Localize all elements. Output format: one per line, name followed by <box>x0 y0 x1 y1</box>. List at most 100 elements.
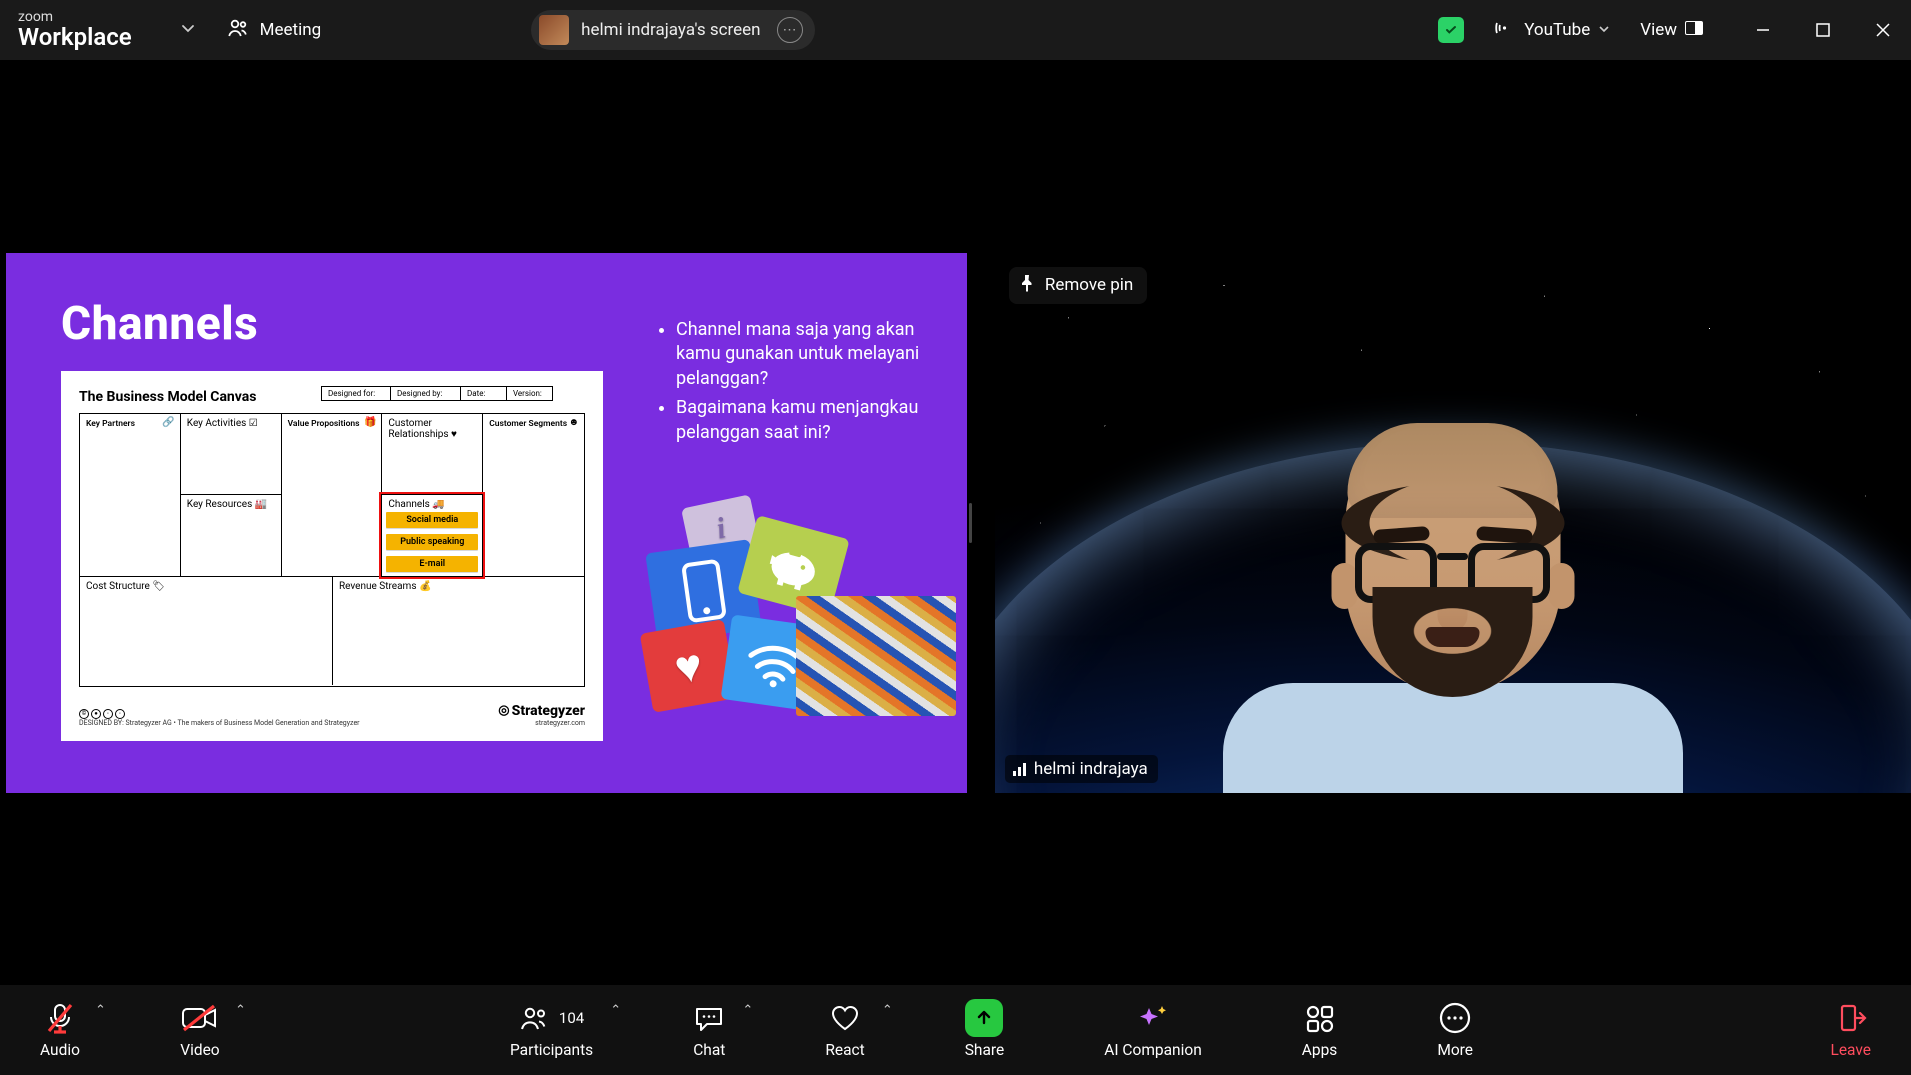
chat-button[interactable]: Chat ⌃ <box>693 1001 725 1059</box>
meeting-toolbar: Audio ⌃ Video ⌃ 104 Participants <box>0 985 1911 1075</box>
participants-caret-icon[interactable]: ⌃ <box>610 1003 621 1018</box>
share-label: Share <box>965 1041 1005 1059</box>
bmc-cell-channels: Channels 🚚 Social media Public speaking … <box>382 494 482 576</box>
bmc-column-activities-resources: Key Activities ☑ Key Resources 🏭 <box>181 414 282 576</box>
strategyzer-url: strategyzer.com <box>498 719 585 727</box>
participants-count: 104 <box>559 1009 584 1027</box>
bmc-meta-designed-by: Designed by: <box>391 386 461 401</box>
slide-image-cluster: i ♥ <box>646 501 956 731</box>
remove-pin-button[interactable]: Remove pin <box>1009 267 1147 304</box>
remove-pin-label: Remove pin <box>1045 275 1133 295</box>
tile-market-photo <box>796 596 956 716</box>
chevron-down-icon <box>1598 20 1610 40</box>
more-ellipsis-icon <box>1438 1001 1472 1035</box>
encryption-shield-icon[interactable] <box>1438 17 1464 43</box>
video-label: Video <box>180 1041 219 1059</box>
bmc-cell-revenue-streams: Revenue Streams 💰 <box>332 577 584 686</box>
bmc-label-cs: Customer Segments <box>489 419 567 429</box>
streaming-destination-button[interactable]: YouTube <box>1494 19 1610 42</box>
presenter-silhouette <box>1238 333 1668 792</box>
react-button[interactable]: React ⌃ <box>825 1001 864 1059</box>
strategyzer-logo: Strategyzer <box>498 703 585 719</box>
video-caret-icon[interactable]: ⌃ <box>235 1003 246 1018</box>
sticky-note-public-speaking: Public speaking <box>386 534 478 550</box>
bmc-grid: Key Partners 🔗 Key Activities ☑ Key Reso… <box>79 413 585 687</box>
pinned-video-pane: Remove pin helmi indrajaya <box>995 253 1911 793</box>
main-area: Channels The Business Model Canvas Desig… <box>0 60 1911 985</box>
apps-button[interactable]: Apps <box>1302 1001 1338 1059</box>
slide-bullet-list: Channel mana saja yang akan kamu gunakan… <box>656 318 946 450</box>
leave-meeting-button[interactable]: Leave <box>1830 1001 1871 1059</box>
signal-icon <box>1013 762 1026 776</box>
ai-companion-button[interactable]: AI Companion <box>1104 1001 1202 1059</box>
share-screen-button[interactable]: Share <box>965 1001 1005 1059</box>
zoom-brand: zoom Workplace <box>18 10 132 50</box>
sharing-indicator-pill[interactable]: helmi indrajaya's screen ⋯ <box>531 10 814 50</box>
presentation-slide: Channels The Business Model Canvas Desig… <box>6 253 967 793</box>
factory-icon: 🏭 <box>255 499 267 510</box>
bmc-cell-key-resources: Key Resources 🏭 <box>181 494 281 576</box>
gift-icon: 🎁 <box>364 417 376 428</box>
participants-label: Participants <box>510 1041 593 1059</box>
sparkle-icon <box>1136 1001 1170 1035</box>
link-icon: 🔗 <box>162 417 174 428</box>
streaming-destination-label: YouTube <box>1524 20 1590 40</box>
audio-button[interactable]: Audio ⌃ <box>40 1001 80 1059</box>
bmc-label-kr: Key Resources <box>187 499 252 510</box>
live-stream-icon <box>1494 19 1516 42</box>
bmc-footer: ©●◦◦ DESIGNED BY: Strategyzer AG • The m… <box>79 703 585 727</box>
pane-resize-handle[interactable] <box>967 502 975 544</box>
participants-count-icon: 104 <box>519 1001 584 1035</box>
bmc-column-relationships-channels: Customer Relationships ♥ Channels 🚚 Soci… <box>382 414 483 576</box>
tag-icon: 🏷 <box>152 581 165 592</box>
react-caret-icon[interactable]: ⌃ <box>882 1003 893 1018</box>
sharing-more-icon[interactable]: ⋯ <box>777 17 803 43</box>
minimize-button[interactable] <box>1753 20 1773 40</box>
leave-icon <box>1835 1001 1867 1035</box>
chat-icon <box>693 1001 725 1035</box>
bmc-meta-date: Date: <box>461 386 507 401</box>
bmc-cell-customer-segments: Customer Segments ☻ <box>483 414 584 576</box>
video-button[interactable]: Video ⌃ <box>180 1001 220 1059</box>
apps-icon <box>1304 1001 1336 1035</box>
sharer-avatar <box>539 15 569 45</box>
maximize-button[interactable] <box>1813 20 1833 40</box>
participants-icon <box>226 17 250 44</box>
participants-button[interactable]: 104 Participants ⌃ <box>510 1001 593 1059</box>
participant-name-tag: helmi indrajaya <box>1005 755 1158 783</box>
view-layout-button[interactable]: View <box>1640 20 1703 40</box>
sharing-label: helmi indrajaya's screen <box>581 20 760 40</box>
brand-workplace-text: Workplace <box>18 25 132 50</box>
bmc-meta-designed-for: Designed for: <box>321 386 391 401</box>
bmc-label-ka: Key Activities <box>187 418 247 429</box>
business-model-canvas: The Business Model Canvas Designed for: … <box>61 371 603 741</box>
bmc-label-kp: Key Partners <box>86 419 135 429</box>
workspace-chevron-down-icon[interactable] <box>180 20 196 40</box>
more-label: More <box>1437 1041 1473 1059</box>
shared-screen-pane: Channels The Business Model Canvas Desig… <box>6 253 967 793</box>
topbar-right-group: YouTube View <box>1438 17 1893 43</box>
more-button[interactable]: More <box>1437 1001 1473 1059</box>
view-layout-icon <box>1685 20 1703 40</box>
heart-icon: ♥ <box>451 429 457 440</box>
check-icon: ☑ <box>249 418 258 429</box>
camera-off-icon <box>180 1001 220 1035</box>
audio-caret-icon[interactable]: ⌃ <box>95 1003 106 1018</box>
bmc-cell-cost-structure: Cost Structure 🏷 <box>80 577 332 686</box>
chat-caret-icon[interactable]: ⌃ <box>742 1003 753 1018</box>
slide-bullet-1: Channel mana saja yang akan kamu gunakan… <box>676 318 946 392</box>
sticky-note-email: E-mail <box>386 556 478 572</box>
close-button[interactable] <box>1873 20 1893 40</box>
window-controls <box>1753 20 1893 40</box>
bmc-meta-version: Version: <box>507 386 553 401</box>
slide-bullet-2: Bagaimana kamu menjangkau pelanggan saat… <box>676 396 946 446</box>
top-bar: zoom Workplace Meeting helmi indrajaya's… <box>0 0 1911 60</box>
view-label: View <box>1640 20 1677 40</box>
meeting-button[interactable]: Meeting <box>214 11 334 50</box>
bmc-label-rev: Revenue Streams <box>339 581 416 592</box>
chat-label: Chat <box>693 1041 725 1059</box>
bmc-cell-value-propositions: Value Propositions 🎁 <box>282 414 383 576</box>
bmc-cell-key-activities: Key Activities ☑ <box>181 414 281 495</box>
microphone-muted-icon <box>43 1001 77 1035</box>
bmc-cell-key-partners: Key Partners 🔗 <box>80 414 181 576</box>
